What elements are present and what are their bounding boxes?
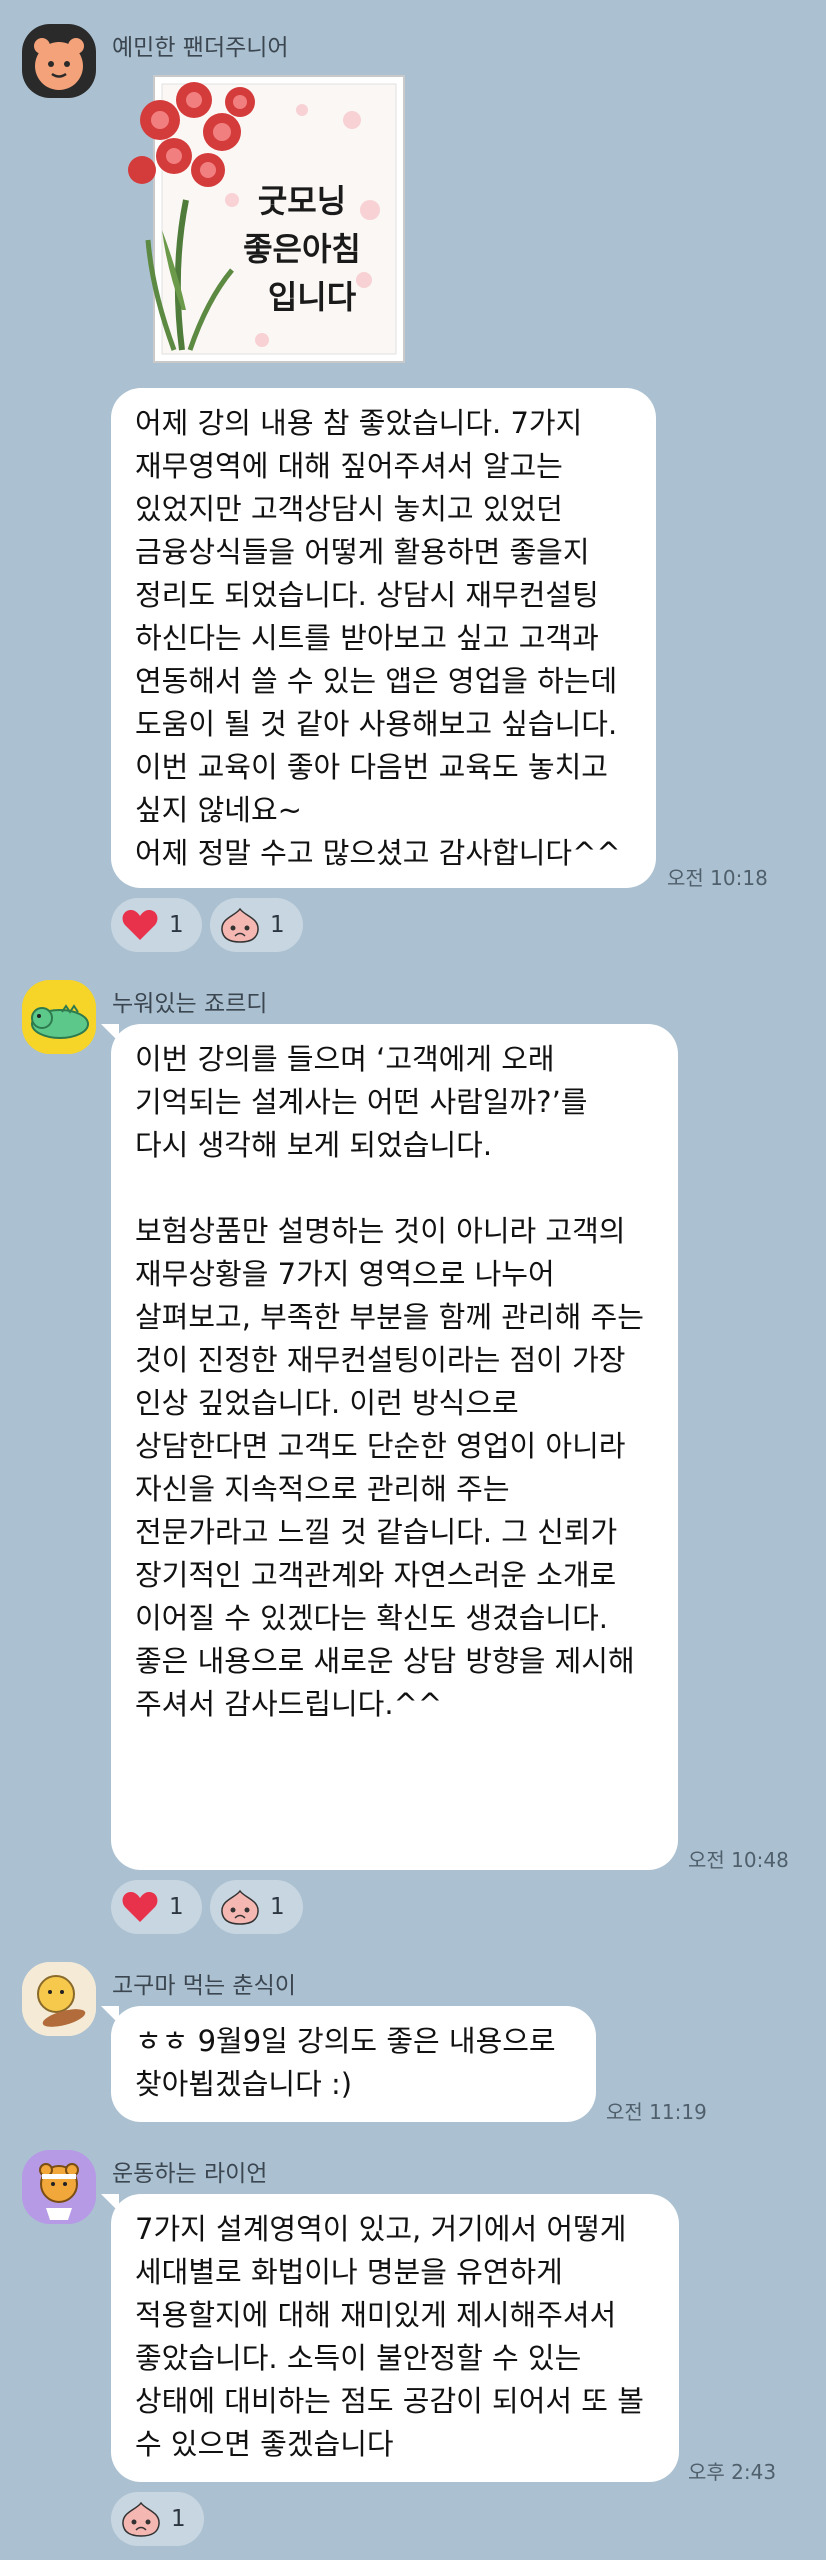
avatar-panda-junior[interactable] [22, 24, 96, 98]
sender-name: 고구마 먹는 춘식이 [112, 1973, 296, 1999]
message-time: 오전 10:18 [667, 866, 768, 890]
reaction-count: 1 [270, 912, 285, 938]
reaction-apeach[interactable]: 1 [210, 1880, 303, 1934]
ryan-avatar-icon [22, 2150, 96, 2224]
sender-name: 예민한 팬더주니어 [112, 35, 289, 61]
apeach-icon [122, 2501, 160, 2537]
reaction-count: 1 [169, 912, 184, 938]
apeach-icon [221, 1889, 259, 1925]
reaction-count: 1 [270, 1894, 285, 1920]
reaction-apeach[interactable]: 1 [210, 898, 303, 952]
jordy-avatar-icon [22, 980, 96, 1054]
reaction-count: 1 [169, 1894, 184, 1920]
good-morning-sticker[interactable]: 굿모닝 좋은아침 입니다 [112, 70, 408, 366]
reaction-count: 1 [171, 2506, 186, 2532]
heart-icon [122, 910, 158, 940]
message-bubble[interactable]: 7가지 설계영역이 있고, 거기에서 어떻게 세대별로 화법이나 명분을 유연하… [101, 2194, 679, 2482]
message-time: 오전 11:19 [606, 2100, 707, 2124]
reaction-heart[interactable]: 1 [111, 1880, 202, 1934]
message-bubble[interactable]: 이번 강의를 들으며 ‘고객에게 오래 기억되는 설계사는 어떤 사람일까?’를… [101, 1024, 678, 1870]
sticker-text-line-3: 입니다 [268, 278, 357, 316]
sender-name: 누워있는 죠르디 [112, 991, 268, 1017]
avatar-choonsik[interactable] [22, 1962, 96, 2036]
avatar-ryan[interactable] [22, 2150, 96, 2224]
reaction-heart[interactable]: 1 [111, 898, 202, 952]
apeach-icon [221, 907, 259, 943]
heart-icon [122, 1892, 158, 1922]
choonsik-avatar-icon [22, 1962, 96, 2036]
message-bubble[interactable]: ㅎㅎ 9월9일 강의도 좋은 내용으로 찾아뵙겠습니다 :) [101, 2006, 596, 2122]
reaction-apeach[interactable]: 1 [111, 2492, 204, 2546]
sticker-text-line-2: 좋은아침 [243, 230, 361, 268]
avatar-jordy[interactable] [22, 980, 96, 1054]
sticker-text-line-1: 굿모닝 [258, 182, 346, 220]
panda-avatar-icon [22, 24, 96, 98]
message-time: 오후 2:43 [688, 2460, 777, 2484]
message-bubble[interactable]: 어제 강의 내용 참 좋았습니다. 7가지 재무영역에 대해 짚어주셔서 알고는… [111, 388, 656, 888]
message-time: 오전 10:48 [688, 1848, 789, 1872]
sender-name: 운동하는 라이언 [112, 2161, 268, 2187]
